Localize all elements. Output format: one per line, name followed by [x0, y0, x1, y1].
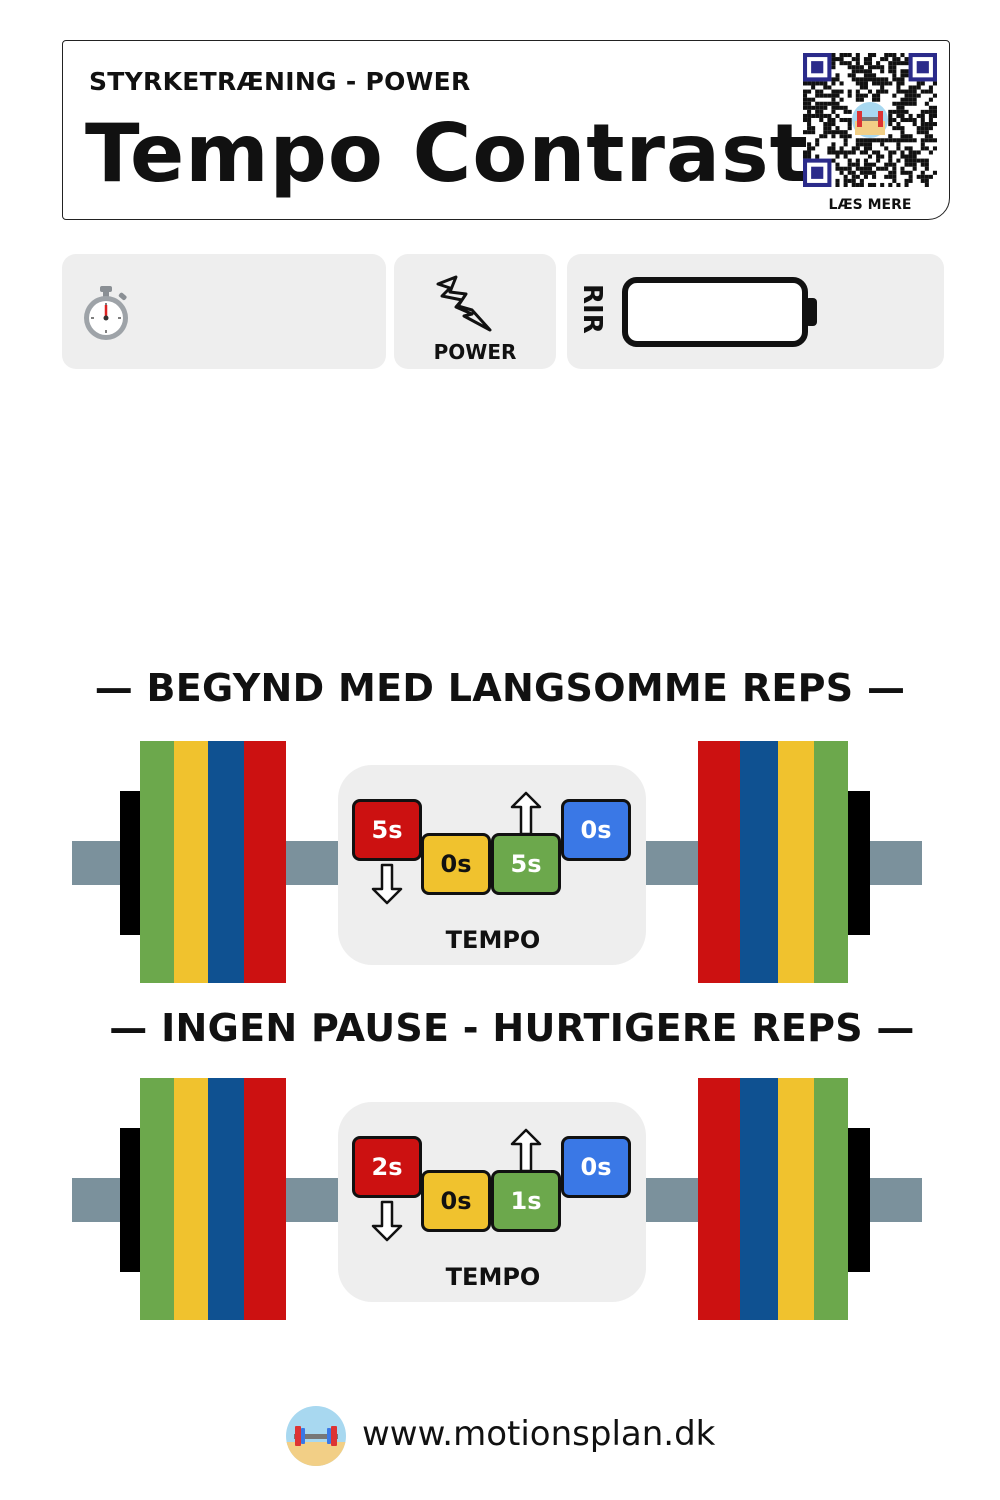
tempo-pause-top: 0s — [561, 799, 631, 861]
power-label: POWER — [433, 340, 517, 364]
collar-plate — [120, 791, 142, 935]
plate-green — [140, 741, 174, 983]
tempo-barbell-slow: 5s 0s 5s 0s TEMPO — [0, 741, 1000, 985]
tempo-eccentric: 5s — [352, 799, 422, 861]
bar-collar — [686, 841, 698, 885]
duration-tile — [62, 254, 386, 369]
rir-label: RIR — [577, 284, 607, 334]
stopwatch-icon — [84, 286, 128, 340]
plate-red — [698, 741, 740, 983]
tempo-label: TEMPO — [445, 926, 541, 954]
website-url[interactable]: www.motionsplan.dk — [362, 1414, 715, 1454]
motionsplan-logo-icon — [286, 1406, 346, 1466]
collar-plate — [120, 1128, 142, 1272]
plate-green — [814, 741, 848, 983]
tempo-barbell-fast: 2s 0s 1s 0s TEMPO — [0, 1078, 1000, 1322]
plate-blue — [208, 741, 244, 983]
plate-green — [814, 1078, 848, 1320]
page-title: Tempo Contrast — [85, 107, 809, 200]
rir-tile: RIR — [567, 254, 944, 369]
bar-collar — [286, 841, 298, 885]
collar-plate — [848, 1128, 870, 1272]
qr-code-icon[interactable] — [803, 53, 937, 187]
plate-green — [140, 1078, 174, 1320]
tempo-pause-bottom: 0s — [421, 833, 491, 895]
tempo-pause-top: 0s — [561, 1136, 631, 1198]
plate-red — [244, 1078, 286, 1320]
plate-red — [698, 1078, 740, 1320]
plate-blue — [740, 1078, 778, 1320]
plate-yellow — [174, 1078, 208, 1320]
header-card: STYRKETRÆNING - POWER Tempo Contrast LÆS… — [62, 40, 950, 220]
section-heading-fast-reps: — INGEN PAUSE - HURTIGERE REPS — — [109, 1006, 915, 1050]
tempo-concentric: 5s — [491, 833, 561, 895]
bar-collar — [286, 1178, 298, 1222]
bar-collar — [686, 1178, 698, 1222]
power-tile: POWER — [394, 254, 556, 369]
plate-blue — [208, 1078, 244, 1320]
category-subtitle: STYRKETRÆNING - POWER — [89, 67, 471, 96]
tempo-eccentric: 2s — [352, 1136, 422, 1198]
section-heading-slow-reps: — BEGYND MED LANGSOMME REPS — — [94, 666, 906, 710]
tempo-label: TEMPO — [445, 1263, 541, 1291]
plate-yellow — [174, 741, 208, 983]
plate-yellow — [778, 741, 814, 983]
tempo-pause-bottom: 0s — [421, 1170, 491, 1232]
battery-empty-icon — [622, 277, 817, 347]
qr-read-more-label: LÆS MERE — [828, 197, 912, 213]
plate-blue — [740, 741, 778, 983]
collar-plate — [848, 791, 870, 935]
plate-red — [244, 741, 286, 983]
plate-yellow — [778, 1078, 814, 1320]
lightning-icon — [436, 275, 492, 332]
tempo-concentric: 1s — [491, 1170, 561, 1232]
